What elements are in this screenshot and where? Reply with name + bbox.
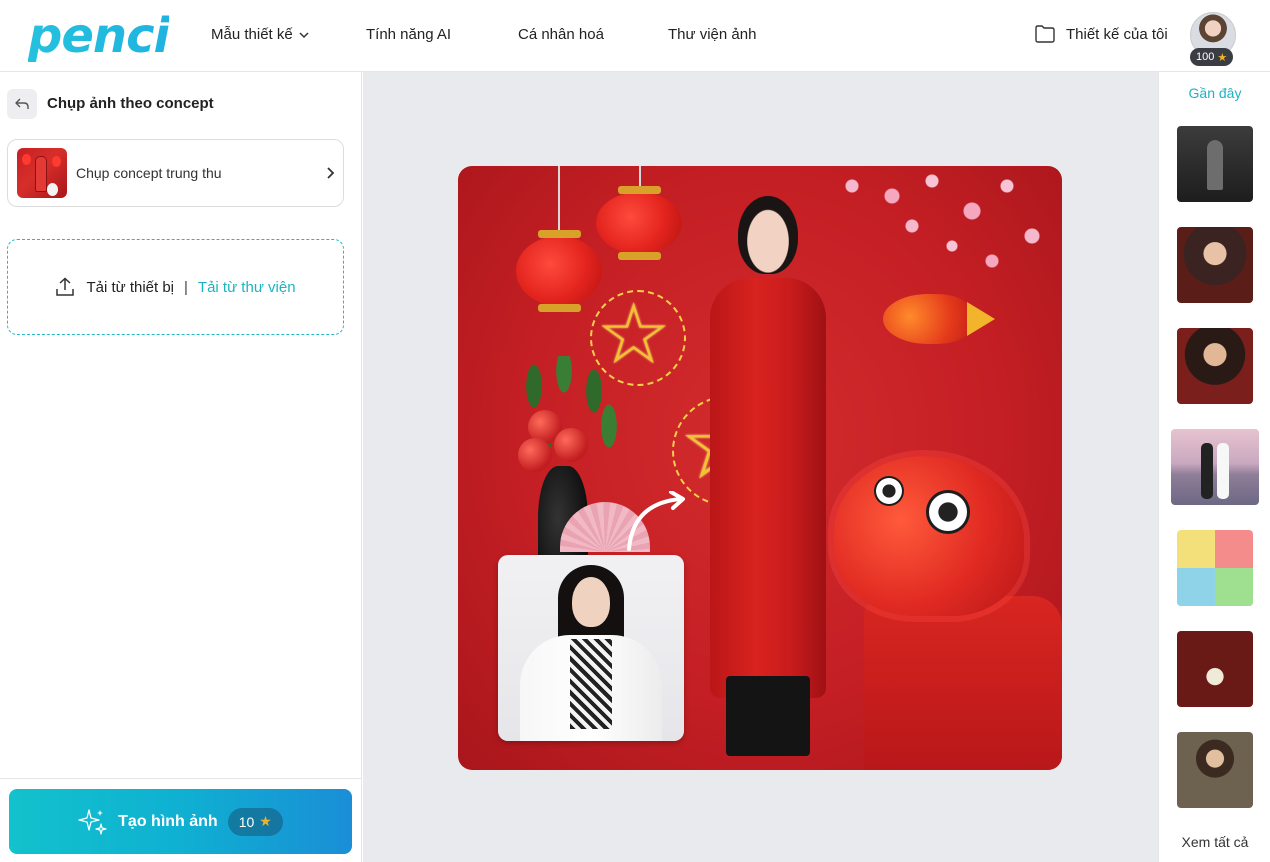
concept-label: Chụp concept trung thu (76, 165, 222, 181)
recent-sidebar: Gần đây Xem tất cả (1158, 72, 1270, 862)
lion-body (864, 596, 1062, 770)
back-button[interactable] (7, 89, 37, 119)
sparkles-icon (78, 808, 107, 835)
face (572, 577, 610, 627)
nav-tinh-nang-ai[interactable]: Tính năng AI (366, 25, 451, 45)
lion-head (834, 456, 1024, 616)
recent-thumbnail[interactable] (1171, 429, 1259, 505)
nav-item-label: Thư viện ảnh (668, 26, 757, 43)
pomegranate (554, 428, 588, 462)
credit-count: 100 (1196, 51, 1215, 63)
red-lantern (516, 230, 602, 312)
upload-icon (56, 277, 75, 296)
chevron-right-icon (327, 167, 335, 179)
nav-mau-thiet-ke[interactable]: Mẫu thiết kế (211, 25, 309, 45)
chevron-down-icon (299, 32, 309, 39)
panel-title: Chụp ảnh theo concept (47, 95, 214, 112)
recent-thumbnail[interactable] (1177, 530, 1253, 606)
pomegranate (518, 438, 552, 472)
recent-thumbnail[interactable] (1177, 732, 1253, 808)
recent-thumbnail[interactable] (1177, 328, 1253, 404)
canvas-area: ☆ ☆ (363, 72, 1158, 862)
nav-item-label: Mẫu thiết kế (211, 26, 293, 43)
nav-thu-vien-anh[interactable]: Thư viện ảnh (668, 25, 756, 45)
generate-cost-value: 10 (238, 813, 255, 830)
lion-eye (874, 476, 904, 506)
lion-eye (926, 490, 970, 534)
generate-label: Tạo hình ảnh (118, 812, 218, 830)
recent-thumbnail[interactable] (1177, 126, 1253, 202)
my-designs-label: Thiết kế của tôi (1066, 25, 1168, 43)
cherry-blossom-decor (832, 166, 1062, 296)
black-pants (726, 676, 810, 756)
user-menu[interactable]: 100 ★ (1190, 12, 1238, 68)
upload-from-device-button[interactable]: Tải từ thiết bị (55, 277, 174, 297)
star-icon: ★ (259, 813, 272, 829)
star-icon: ★ (1217, 51, 1228, 64)
folder-icon (1035, 25, 1055, 43)
credit-badge: 100 ★ (1190, 48, 1234, 66)
concept-preview-image: ☆ ☆ (458, 166, 1062, 770)
curved-arrow-icon (627, 491, 685, 551)
reply-arrow-icon (15, 98, 29, 109)
upload-from-library-link[interactable]: Tải từ thư viện (198, 279, 296, 296)
recent-title: Gần đây (1188, 85, 1242, 101)
checkered-scarf (570, 639, 612, 729)
recent-thumbnail[interactable] (1177, 631, 1253, 707)
red-lantern (596, 186, 682, 260)
model-figure (698, 196, 838, 766)
lion-dance-costume (834, 456, 1062, 770)
penci-logo[interactable]: penci (28, 8, 170, 64)
upload-device-label: Tải từ thiết bị (86, 278, 175, 296)
left-panel: Chụp ảnh theo concept Chụp concept trung… (0, 72, 362, 862)
recent-thumbnail[interactable] (1177, 227, 1253, 303)
face (738, 196, 798, 274)
generate-image-button[interactable]: Tạo hình ảnh 10 ★ (9, 789, 352, 854)
nav-item-label: Cá nhân hoá (518, 26, 604, 43)
upload-separator: | (184, 278, 188, 296)
reference-portrait (498, 555, 684, 741)
see-all-link[interactable]: Xem tất cả (1159, 834, 1270, 850)
red-ao-dai (710, 278, 826, 698)
nav-item-label: Tính năng AI (366, 26, 452, 43)
concept-selector[interactable]: Chụp concept trung thu (7, 139, 344, 207)
nav-ca-nhan-hoa[interactable]: Cá nhân hoá (518, 25, 604, 45)
generate-cost-badge: 10 ★ (227, 807, 283, 836)
top-header: penci Mẫu thiết kế Tính năng AI Cá nhân … (0, 0, 1270, 72)
concept-thumbnail (17, 148, 67, 198)
my-designs-link[interactable]: Thiết kế của tôi (1034, 24, 1168, 44)
upload-dropzone[interactable]: Tải từ thiết bị | Tải từ thư viện (7, 239, 344, 335)
panel-divider (0, 778, 362, 779)
fish-lantern (883, 294, 995, 344)
